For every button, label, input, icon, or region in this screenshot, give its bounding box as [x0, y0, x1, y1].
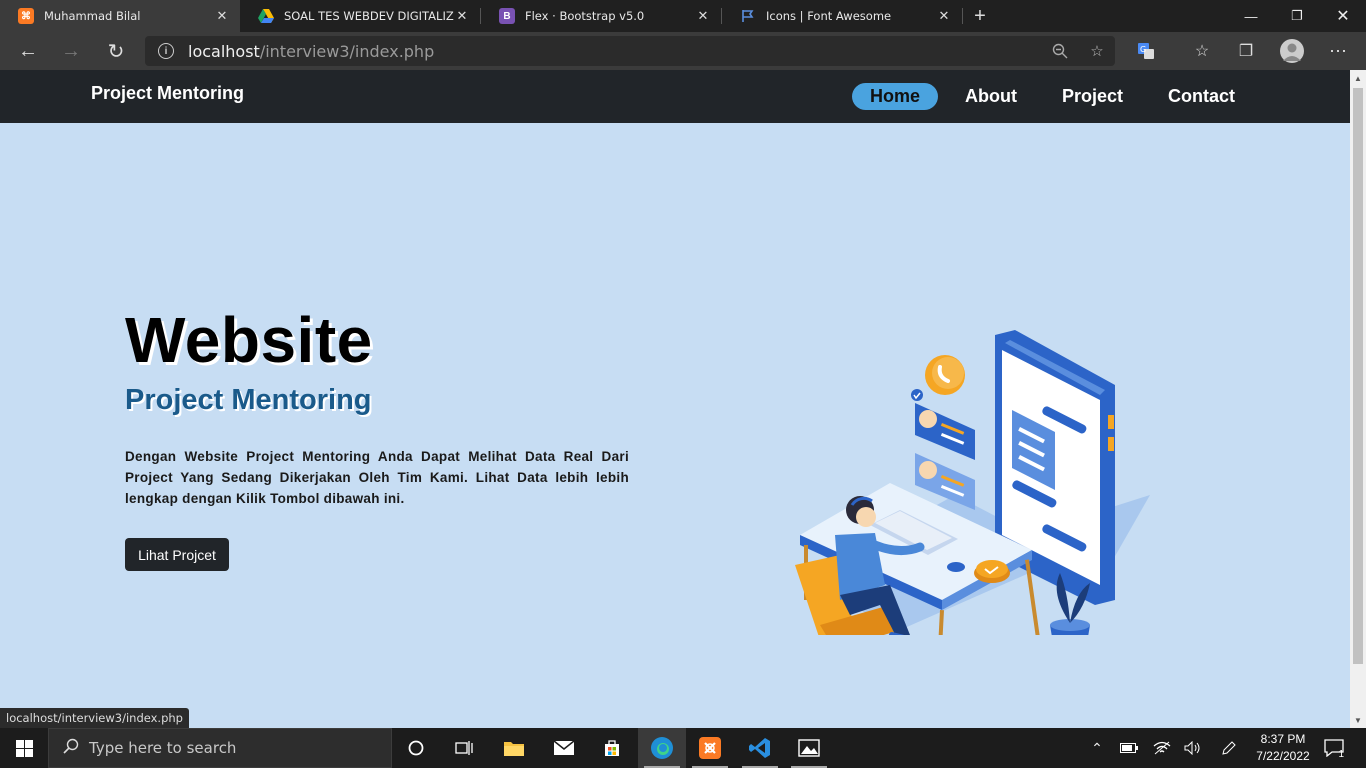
hero-title: Website	[125, 304, 373, 376]
bootstrap-icon: B	[499, 8, 515, 24]
search-placeholder: Type here to search	[89, 739, 237, 757]
translate-icon[interactable]: G	[1135, 40, 1157, 62]
minimize-button[interactable]: —	[1228, 0, 1274, 32]
tab-title: Icons | Font Awesome	[766, 9, 892, 23]
notification-center-icon[interactable]: 1	[1320, 728, 1348, 768]
address-bar[interactable]: i localhost/interview3/index.php ☆	[145, 36, 1115, 66]
tab-font-awesome[interactable]: Icons | Font Awesome ✕	[722, 0, 962, 32]
close-tab-icon[interactable]: ✕	[454, 8, 470, 24]
google-drive-icon	[258, 8, 274, 24]
tab-flex-bootstrap[interactable]: B Flex · Bootstrap v5.0 ✕	[481, 0, 721, 32]
refresh-button[interactable]: ↻	[101, 36, 131, 66]
zoom-icon[interactable]	[1051, 42, 1069, 60]
close-window-button[interactable]: ✕	[1320, 0, 1366, 32]
clock-time: 8:37 PM	[1260, 732, 1306, 746]
volume-icon[interactable]	[1182, 728, 1204, 768]
notification-count-badge: 1	[1338, 749, 1344, 760]
restore-button[interactable]: ❐	[1274, 0, 1320, 32]
show-hidden-icons-icon[interactable]: ⌃	[1086, 728, 1108, 768]
vscode-icon[interactable]	[736, 728, 784, 768]
windows-logo-icon	[15, 739, 33, 757]
favorite-star-icon[interactable]: ☆	[1088, 42, 1106, 60]
customer-service-illustration	[795, 330, 1150, 635]
close-tab-icon[interactable]: ✕	[214, 8, 230, 24]
close-tab-icon[interactable]: ✕	[695, 8, 711, 24]
profile-avatar[interactable]	[1280, 39, 1304, 63]
nav-link-home[interactable]: Home	[852, 83, 939, 110]
more-menu-icon[interactable]: ⋯	[1327, 40, 1349, 62]
tab-title: Muhammad Bilal	[44, 9, 141, 23]
back-button[interactable]: ←	[13, 36, 43, 66]
navbar-brand[interactable]: Project Mentoring	[91, 83, 244, 104]
nav-link-project[interactable]: Project	[1044, 83, 1141, 110]
page-viewport: Project Mentoring Home About Project Con…	[0, 70, 1350, 728]
tab-strip: ⌘ Muhammad Bilal ✕ SOAL TES WEBDEV DIGIT…	[0, 0, 1366, 32]
new-tab-button[interactable]: +	[963, 0, 997, 32]
tab-muhammad-bilal[interactable]: ⌘ Muhammad Bilal ✕	[0, 0, 240, 32]
start-button[interactable]	[0, 728, 48, 768]
nav-link-contact[interactable]: Contact	[1150, 83, 1253, 110]
file-explorer-icon[interactable]	[490, 728, 538, 768]
forward-button[interactable]: →	[56, 36, 86, 66]
battery-icon[interactable]	[1118, 728, 1140, 768]
windows-taskbar: Type here to search ⌃ 8:37 PM 7/22/2022	[0, 728, 1366, 768]
scroll-down-icon[interactable]: ▼	[1350, 712, 1366, 728]
search-icon	[63, 738, 79, 758]
font-awesome-flag-icon	[740, 8, 756, 24]
wifi-icon[interactable]	[1151, 728, 1173, 768]
mail-icon[interactable]	[540, 728, 588, 768]
site-info-icon[interactable]: i	[158, 43, 174, 59]
photos-icon[interactable]	[785, 728, 833, 768]
nav-link-about[interactable]: About	[947, 83, 1035, 110]
browser-toolbar: ← → ↻ i localhost/interview3/index.php ☆…	[0, 32, 1366, 70]
system-clock[interactable]: 8:37 PM 7/22/2022	[1250, 731, 1316, 765]
tab-title: SOAL TES WEBDEV DIGITALIZ BA	[284, 9, 454, 23]
site-navbar: Project Mentoring Home About Project Con…	[0, 70, 1350, 123]
tab-soal-tes[interactable]: SOAL TES WEBDEV DIGITALIZ BA ✕	[240, 0, 480, 32]
scroll-up-icon[interactable]: ▲	[1350, 70, 1366, 86]
favorites-icon[interactable]: ☆	[1191, 40, 1213, 62]
tab-title: Flex · Bootstrap v5.0	[525, 9, 645, 23]
page-scrollbar[interactable]: ▲ ▼	[1350, 70, 1366, 728]
url-host: localhost	[188, 41, 260, 61]
edge-browser-icon[interactable]	[638, 728, 686, 768]
url-text: localhost/interview3/index.php	[188, 42, 434, 61]
status-url-tooltip: localhost/interview3/index.php	[0, 708, 189, 728]
xampp-icon[interactable]	[686, 728, 734, 768]
hero-subtitle: Project Mentoring	[125, 384, 372, 416]
lihat-project-button[interactable]: Lihat Projcet	[125, 538, 229, 571]
task-view-icon[interactable]	[440, 728, 488, 768]
microsoft-store-icon[interactable]	[588, 728, 636, 768]
svg-text:G: G	[1140, 45, 1146, 54]
collections-icon[interactable]: ❐	[1235, 40, 1257, 62]
scrollbar-thumb[interactable]	[1353, 88, 1363, 664]
taskbar-search[interactable]: Type here to search	[48, 728, 392, 768]
url-path: /interview3/index.php	[259, 41, 435, 61]
clock-date: 7/22/2022	[1256, 749, 1310, 763]
pen-workspace-icon[interactable]	[1218, 728, 1240, 768]
hero-description: Dengan Website Project Mentoring Anda Da…	[125, 449, 629, 506]
xampp-icon: ⌘	[18, 8, 34, 24]
cortana-icon[interactable]	[392, 728, 440, 768]
close-tab-icon[interactable]: ✕	[936, 8, 952, 24]
